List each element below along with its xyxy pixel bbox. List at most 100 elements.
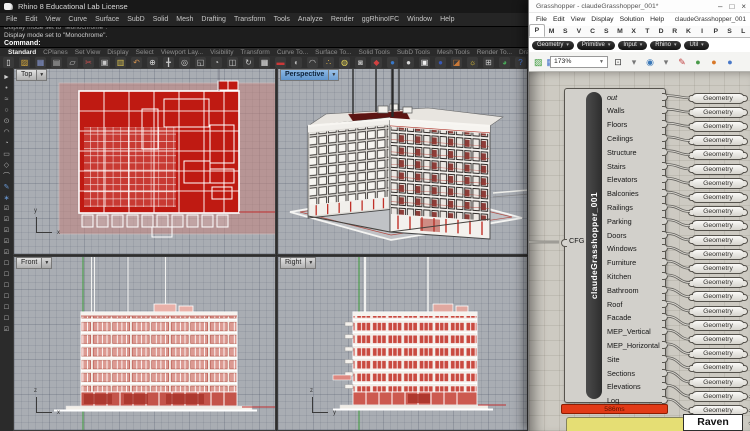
claude-grasshopper-component[interactable]: claudeGrasshopper_001 CFG outWallsFloors…: [564, 88, 666, 403]
output-port-Roof[interactable]: [662, 300, 668, 308]
geometry-param[interactable]: Geometry: [691, 291, 745, 302]
geometry-param[interactable]: Geometry: [691, 121, 745, 132]
layer-checkbox[interactable]: ☐: [4, 316, 9, 323]
geometry-param[interactable]: Geometry: [691, 306, 745, 317]
blue-ball-icon[interactable]: ●: [724, 56, 736, 68]
geometry-param[interactable]: Geometry: [691, 391, 745, 402]
viewport-top-label[interactable]: Top▼: [16, 69, 47, 81]
minimize-icon[interactable]: –: [718, 1, 722, 12]
output-port-out[interactable]: [662, 93, 668, 101]
named-view-icon[interactable]: ▬: [275, 57, 286, 68]
sparkle-icon[interactable]: ∗: [4, 195, 10, 202]
copy-icon[interactable]: ▣: [99, 57, 110, 68]
output-port-Parking[interactable]: [662, 217, 668, 225]
cut-icon[interactable]: ✂: [83, 57, 94, 68]
group-primitive[interactable]: Primitive▾: [577, 41, 616, 50]
lamp-icon[interactable]: ◍: [339, 57, 350, 68]
zoom-dynamic-icon[interactable]: ◎: [179, 57, 190, 68]
layer-checkbox[interactable]: ☐: [4, 272, 9, 279]
menu-surface[interactable]: Surface: [95, 16, 119, 23]
group-input[interactable]: Input▾: [618, 41, 647, 50]
layer-checkbox[interactable]: ☐: [4, 305, 9, 312]
group-rhino[interactable]: Rhino▾: [650, 41, 681, 50]
save-icon[interactable]: ▦: [35, 57, 46, 68]
geometry-param[interactable]: Geometry: [691, 164, 745, 175]
viewport-front[interactable]: Front▼: [13, 256, 276, 431]
geometry-param[interactable]: Geometry: [691, 178, 745, 189]
geometry-param[interactable]: Geometry: [691, 135, 745, 146]
circle-center-icon[interactable]: ⊙: [4, 118, 10, 125]
arc-view-icon[interactable]: ◠: [307, 57, 318, 68]
chevron-down-icon[interactable]: ▼: [599, 59, 604, 65]
export-icon[interactable]: ▱: [67, 57, 78, 68]
output-port-Bathroom[interactable]: [662, 286, 668, 294]
toolbar-tab[interactable]: Display: [107, 49, 128, 56]
focus-extents-icon[interactable]: ⊡: [612, 56, 624, 68]
geometry-param[interactable]: Geometry: [691, 249, 745, 260]
arc-icon[interactable]: ◠: [3, 129, 9, 136]
menu-curve[interactable]: Curve: [68, 16, 87, 23]
toolbar-tab[interactable]: Mesh Tools: [437, 49, 470, 56]
open-folder-icon[interactable]: ▨: [19, 57, 30, 68]
chevron-down-icon[interactable]: ▼: [306, 257, 316, 269]
group-geometry[interactable]: Geometry▾: [532, 41, 574, 50]
gh-tab-C-4[interactable]: C: [586, 26, 600, 37]
layer-checkbox[interactable]: ☐: [4, 283, 9, 290]
open-file-icon[interactable]: ▨: [534, 56, 543, 68]
toolbar-tab[interactable]: Select: [136, 49, 154, 56]
output-port-Site[interactable]: [662, 355, 668, 363]
layer-checkbox-checked[interactable]: ☑: [4, 239, 9, 246]
gh-tab-V-3[interactable]: V: [572, 26, 586, 37]
layer-checkbox-checked[interactable]: ☑: [4, 217, 9, 224]
layer-checkbox[interactable]: ☐: [4, 261, 9, 268]
menu-window[interactable]: Window: [407, 16, 432, 23]
group-util[interactable]: Util▾: [684, 41, 708, 50]
file-selector[interactable]: claudeGrasshopper_001: [675, 16, 746, 23]
gh-tab-K-11[interactable]: K: [682, 26, 696, 37]
toolbar-tab[interactable]: Transform: [240, 49, 269, 56]
zoom-extents-icon[interactable]: ◫: [227, 57, 238, 68]
geometry-param[interactable]: Geometry: [691, 277, 745, 288]
geometry-param[interactable]: Geometry: [691, 93, 745, 104]
paste-icon[interactable]: ▥: [115, 57, 126, 68]
output-port-Stairs[interactable]: [662, 162, 668, 170]
rectangle-icon[interactable]: ▭: [3, 151, 10, 158]
geometry-param[interactable]: Geometry: [691, 206, 745, 217]
yellow-panel[interactable]: [566, 417, 685, 431]
layer-checkbox-checked[interactable]: ☑: [4, 206, 9, 213]
menu-file[interactable]: File: [6, 16, 17, 23]
box-edit-icon[interactable]: ▣: [419, 57, 430, 68]
geometry-param[interactable]: Geometry: [691, 192, 745, 203]
menu-help[interactable]: Help: [440, 16, 454, 23]
gh-tab-P-13[interactable]: P: [709, 26, 723, 37]
curve-blend-icon[interactable]: ⌒: [3, 173, 10, 180]
component-input-port[interactable]: [561, 239, 567, 247]
menu-subd[interactable]: SubD: [127, 16, 145, 23]
menu-view[interactable]: View: [45, 16, 60, 23]
caret-icon[interactable]: ▾: [628, 56, 640, 68]
viewport-perspective[interactable]: Perspective▼: [277, 68, 528, 255]
color-wheel-icon[interactable]: ●: [387, 57, 398, 68]
chevron-down-icon[interactable]: ▾: [566, 42, 569, 48]
geometry-param[interactable]: Geometry: [691, 334, 745, 345]
zoom-select[interactable]: 173% ▼: [550, 56, 608, 68]
layer-checkbox[interactable]: ☐: [4, 294, 9, 301]
gh-tab-I-12[interactable]: I: [695, 26, 709, 37]
viewport-front-label[interactable]: Front▼: [16, 257, 52, 269]
layer-checkbox-checked[interactable]: ☑: [4, 228, 9, 235]
menu-tools[interactable]: Tools: [274, 16, 290, 23]
gh-tab-S-14[interactable]: S: [723, 26, 737, 37]
menu-solid[interactable]: Solid: [153, 16, 169, 23]
chevron-down-icon[interactable]: ▼: [42, 257, 52, 269]
toolbar-tab[interactable]: Solid Tools: [359, 49, 390, 56]
chevron-down-icon[interactable]: ▾: [701, 42, 704, 48]
maximize-icon[interactable]: □: [729, 1, 734, 12]
geometry-param[interactable]: Geometry: [691, 263, 745, 274]
print-icon[interactable]: ▤: [51, 57, 62, 68]
viewport-perspective-label[interactable]: Perspective▼: [280, 69, 339, 81]
gh-tab-M-1[interactable]: M: [545, 26, 559, 37]
layout-icon[interactable]: ⊞: [483, 57, 494, 68]
new-file-icon[interactable]: ▯: [3, 57, 14, 68]
output-port-Structure[interactable]: [662, 148, 668, 156]
point-cloud-icon[interactable]: ∴: [323, 57, 334, 68]
